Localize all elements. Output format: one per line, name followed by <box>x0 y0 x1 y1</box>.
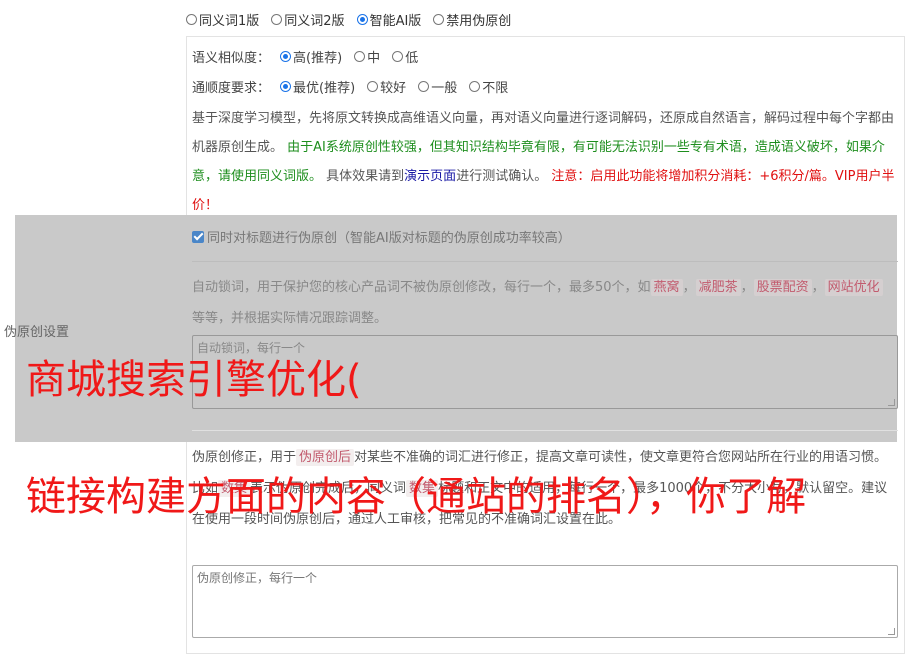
fluency-option-3[interactable]: 不限 <box>469 77 508 96</box>
fluency-option-label: 不限 <box>482 81 509 96</box>
fluency-row: 通顺度要求： 最优(推荐) 较好 一般 不限 <box>192 77 508 96</box>
version-option-0[interactable]: 同义词1版 <box>186 10 259 29</box>
fluency-option-label: 一般 <box>431 81 458 96</box>
fluency-option-1[interactable]: 较好 <box>367 77 406 96</box>
similarity-option-1[interactable]: 中 <box>354 47 380 66</box>
radio-icon[interactable] <box>469 81 481 92</box>
title-checkbox-row[interactable]: 同时对标题进行伪原创（智能AI版对标题的伪原创成功率较高） <box>192 227 571 246</box>
title-checkbox[interactable] <box>192 230 204 243</box>
divider-1 <box>192 261 898 262</box>
side-label: 伪原创设置 <box>4 325 70 340</box>
similarity-option-label: 高(推荐) <box>293 51 343 66</box>
radio-icon[interactable] <box>280 81 292 92</box>
similarity-option-label: 中 <box>367 51 381 66</box>
lock-example-tag: 网站优化 <box>824 279 883 296</box>
correction-placeholder: 伪原创修正，每行一个 <box>197 571 318 585</box>
radio-icon[interactable] <box>354 51 366 62</box>
fluency-label: 通顺度要求： <box>192 81 271 96</box>
lock-words-description: 自动锁词，用于保护您的核心产品词不被伪原创修改，每行一个，最多50个，如 燕窝，减… <box>192 272 898 334</box>
correction-tag: 伪原创后 <box>296 449 355 466</box>
similarity-option-2[interactable]: 低 <box>392 47 418 66</box>
version-option-1[interactable]: 同义词2版 <box>271 10 345 29</box>
lock-example-tag: 股票配资 <box>753 279 812 296</box>
radio-icon[interactable] <box>418 81 430 92</box>
fluency-option-2[interactable]: 一般 <box>418 77 457 96</box>
radio-icon[interactable] <box>186 14 197 25</box>
similarity-option-label: 低 <box>405 51 419 66</box>
similarity-row: 语义相似度： 高(推荐) 中 低 <box>192 47 418 66</box>
lock-desc-before: 自动锁词，用于保护您的核心产品词不被伪原创修改，每行一个，最多50个，如 <box>192 280 651 295</box>
version-option-3[interactable]: 禁用伪原创 <box>433 10 511 29</box>
resize-handle-icon[interactable] <box>888 628 895 635</box>
desc-part3: 进行测试确认。 <box>456 169 548 184</box>
desc-part2: 具体效果请到 <box>326 169 405 184</box>
correction-desc-before: 伪原创修正，用于 <box>192 450 297 465</box>
radio-icon[interactable] <box>367 81 379 92</box>
similarity-option-0[interactable]: 高(推荐) <box>280 47 342 66</box>
version-radio-group: 同义词1版 同义词2版 智能AI版 禁用伪原创 <box>186 10 511 29</box>
radio-icon[interactable] <box>356 14 368 25</box>
fluency-option-0[interactable]: 最优(推荐) <box>280 77 355 96</box>
radio-icon[interactable] <box>392 51 404 62</box>
version-option-label: 智能AI版 <box>369 14 422 29</box>
overlay-text-line-1: 商城搜索引擎优化( <box>26 357 362 403</box>
fluency-option-label: 较好 <box>380 81 407 96</box>
version-option-2[interactable]: 智能AI版 <box>356 10 422 29</box>
similarity-options: 高(推荐) 中 低 <box>280 47 418 66</box>
lock-example-tag: 减肥茶 <box>695 279 741 296</box>
ai-description: 基于深度学习模型，先将原文转换成高维语义向量，再对语义向量进行逐词解码，还原成自… <box>192 104 898 220</box>
correction-textarea[interactable]: 伪原创修正，每行一个 <box>192 565 898 638</box>
version-option-label: 禁用伪原创 <box>446 14 512 29</box>
fluency-options: 最优(推荐) 较好 一般 不限 <box>280 77 508 96</box>
fluency-option-label: 最优(推荐) <box>293 81 356 96</box>
demo-page-link[interactable]: 演示页面 <box>404 169 456 184</box>
overlay-text-line-2: 链接构建方面的内容（通站的排名），你了解 <box>26 474 806 520</box>
lock-desc-after: 等等，并根据实际情况跟踪调整。 <box>192 311 388 326</box>
page: 同义词1版 同义词2版 智能AI版 禁用伪原创 语义相似度： 高(推荐) 中 低 通顺度要… <box>0 0 911 658</box>
resize-handle-icon[interactable] <box>888 399 895 406</box>
lock-words-placeholder: 自动锁词，每行一个 <box>197 341 306 355</box>
title-checkbox-label: 同时对标题进行伪原创（智能AI版对标题的伪原创成功率较高） <box>207 231 571 246</box>
radio-icon[interactable] <box>280 51 292 62</box>
radio-icon[interactable] <box>433 14 445 25</box>
version-option-label: 同义词2版 <box>284 14 345 29</box>
radio-icon[interactable] <box>271 14 283 25</box>
similarity-label: 语义相似度： <box>192 51 271 66</box>
divider-2 <box>192 430 898 431</box>
lock-example-tag: 燕窝 <box>650 279 683 296</box>
version-option-label: 同义词1版 <box>199 14 260 29</box>
